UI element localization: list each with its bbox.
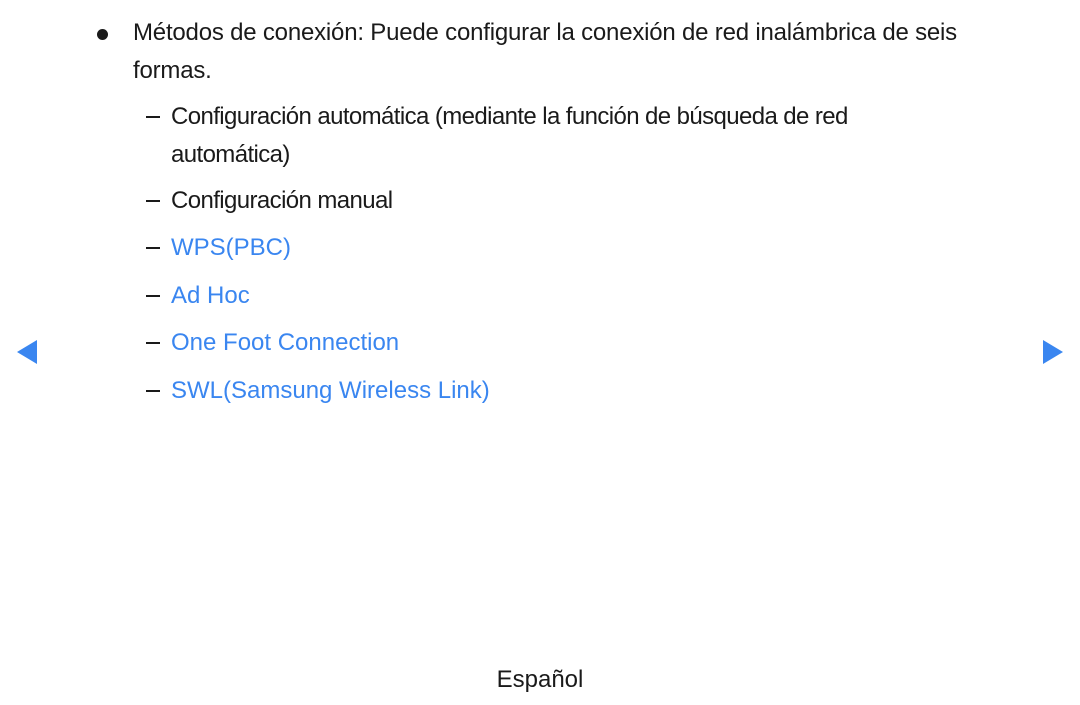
- dash-icon: [146, 116, 160, 118]
- footer-language-label: Español: [496, 666, 584, 693]
- list-item-text: Configuración automática (mediante la fu…: [171, 103, 848, 168]
- link-wps-pbc[interactable]: WPS(PBC): [171, 229, 941, 267]
- previous-page-arrow-icon[interactable]: [17, 340, 37, 364]
- next-page-arrow-icon[interactable]: [1043, 340, 1063, 364]
- dash-icon: [146, 295, 160, 297]
- dash-icon: [146, 200, 160, 202]
- dash-icon: [146, 342, 160, 344]
- link-ad-hoc[interactable]: Ad Hoc: [171, 277, 941, 315]
- dash-icon: [146, 247, 160, 249]
- bullet-text: Métodos de conexión: Puede configurar la…: [133, 19, 957, 84]
- dash-icon: [146, 390, 160, 392]
- list-item-text: Configuración manual: [171, 187, 393, 214]
- link-one-foot-connection[interactable]: One Foot Connection: [171, 324, 941, 362]
- bullet-dot-icon: [97, 29, 108, 40]
- manual-page: Métodos de conexión: Puede configurar la…: [0, 0, 1080, 705]
- link-swl[interactable]: SWL(Samsung Wireless Link): [171, 372, 941, 410]
